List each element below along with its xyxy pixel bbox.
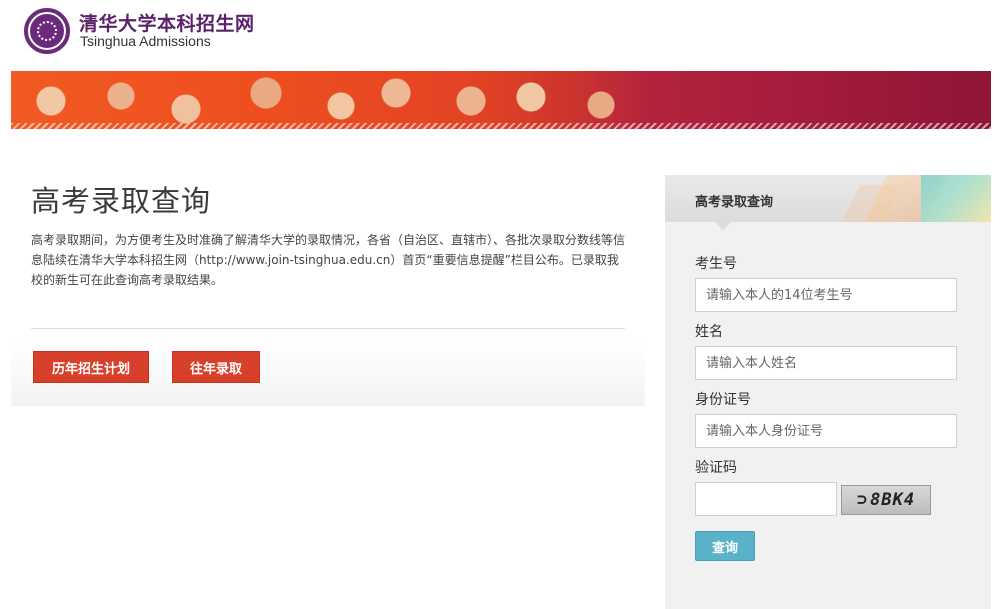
site-header: 清华大学本科招生网 Tsinghua Admissions bbox=[0, 0, 1005, 70]
captcha-label: 验证码 bbox=[695, 460, 737, 476]
intro-text: 高考录取期间，为方便考生及时准确了解清华大学的录取情况，各省（自治区、直辖市）、… bbox=[31, 233, 626, 287]
id-number-input[interactable] bbox=[695, 414, 957, 448]
enrollment-plan-button[interactable]: 历年招生计划 bbox=[33, 351, 149, 383]
banner-crowd-photo bbox=[11, 71, 651, 129]
panel-header: 高考录取查询 bbox=[665, 175, 991, 222]
query-submit-button[interactable]: 查询 bbox=[695, 531, 755, 561]
exam-number-input[interactable] bbox=[695, 278, 957, 312]
captcha-noise-icon: ⊃ bbox=[856, 490, 869, 510]
query-form-panel: 高考录取查询 考生号 姓名 身份证号 验证码 ⊃8BK4 查询 bbox=[665, 175, 991, 609]
divider bbox=[31, 328, 625, 329]
name-input[interactable] bbox=[695, 346, 957, 380]
panel-arrow-icon bbox=[715, 222, 731, 230]
logo-title-en[interactable]: Tsinghua Admissions bbox=[80, 33, 211, 49]
header-decoration bbox=[921, 175, 991, 222]
tsinghua-seal-icon[interactable] bbox=[24, 8, 70, 54]
captcha-text: 8BK4 bbox=[870, 490, 916, 510]
page-title: 高考录取查询 bbox=[31, 184, 212, 218]
id-number-label: 身份证号 bbox=[695, 392, 751, 408]
past-admissions-button[interactable]: 往年录取 bbox=[172, 351, 260, 383]
logo-title-cn[interactable]: 清华大学本科招生网 bbox=[79, 9, 255, 36]
exam-number-label: 考生号 bbox=[695, 256, 737, 272]
captcha-input[interactable] bbox=[695, 482, 837, 516]
banner-image bbox=[11, 71, 991, 129]
panel-title: 高考录取查询 bbox=[695, 195, 774, 210]
banner-stripe bbox=[11, 123, 991, 129]
captcha-image[interactable]: ⊃ 8BK4 bbox=[841, 485, 931, 515]
main-content: 高考录取查询 高考录取期间，为方便考生及时准确了解清华大学的录取情况，各省（自治… bbox=[11, 150, 645, 406]
name-label: 姓名 bbox=[695, 324, 723, 340]
